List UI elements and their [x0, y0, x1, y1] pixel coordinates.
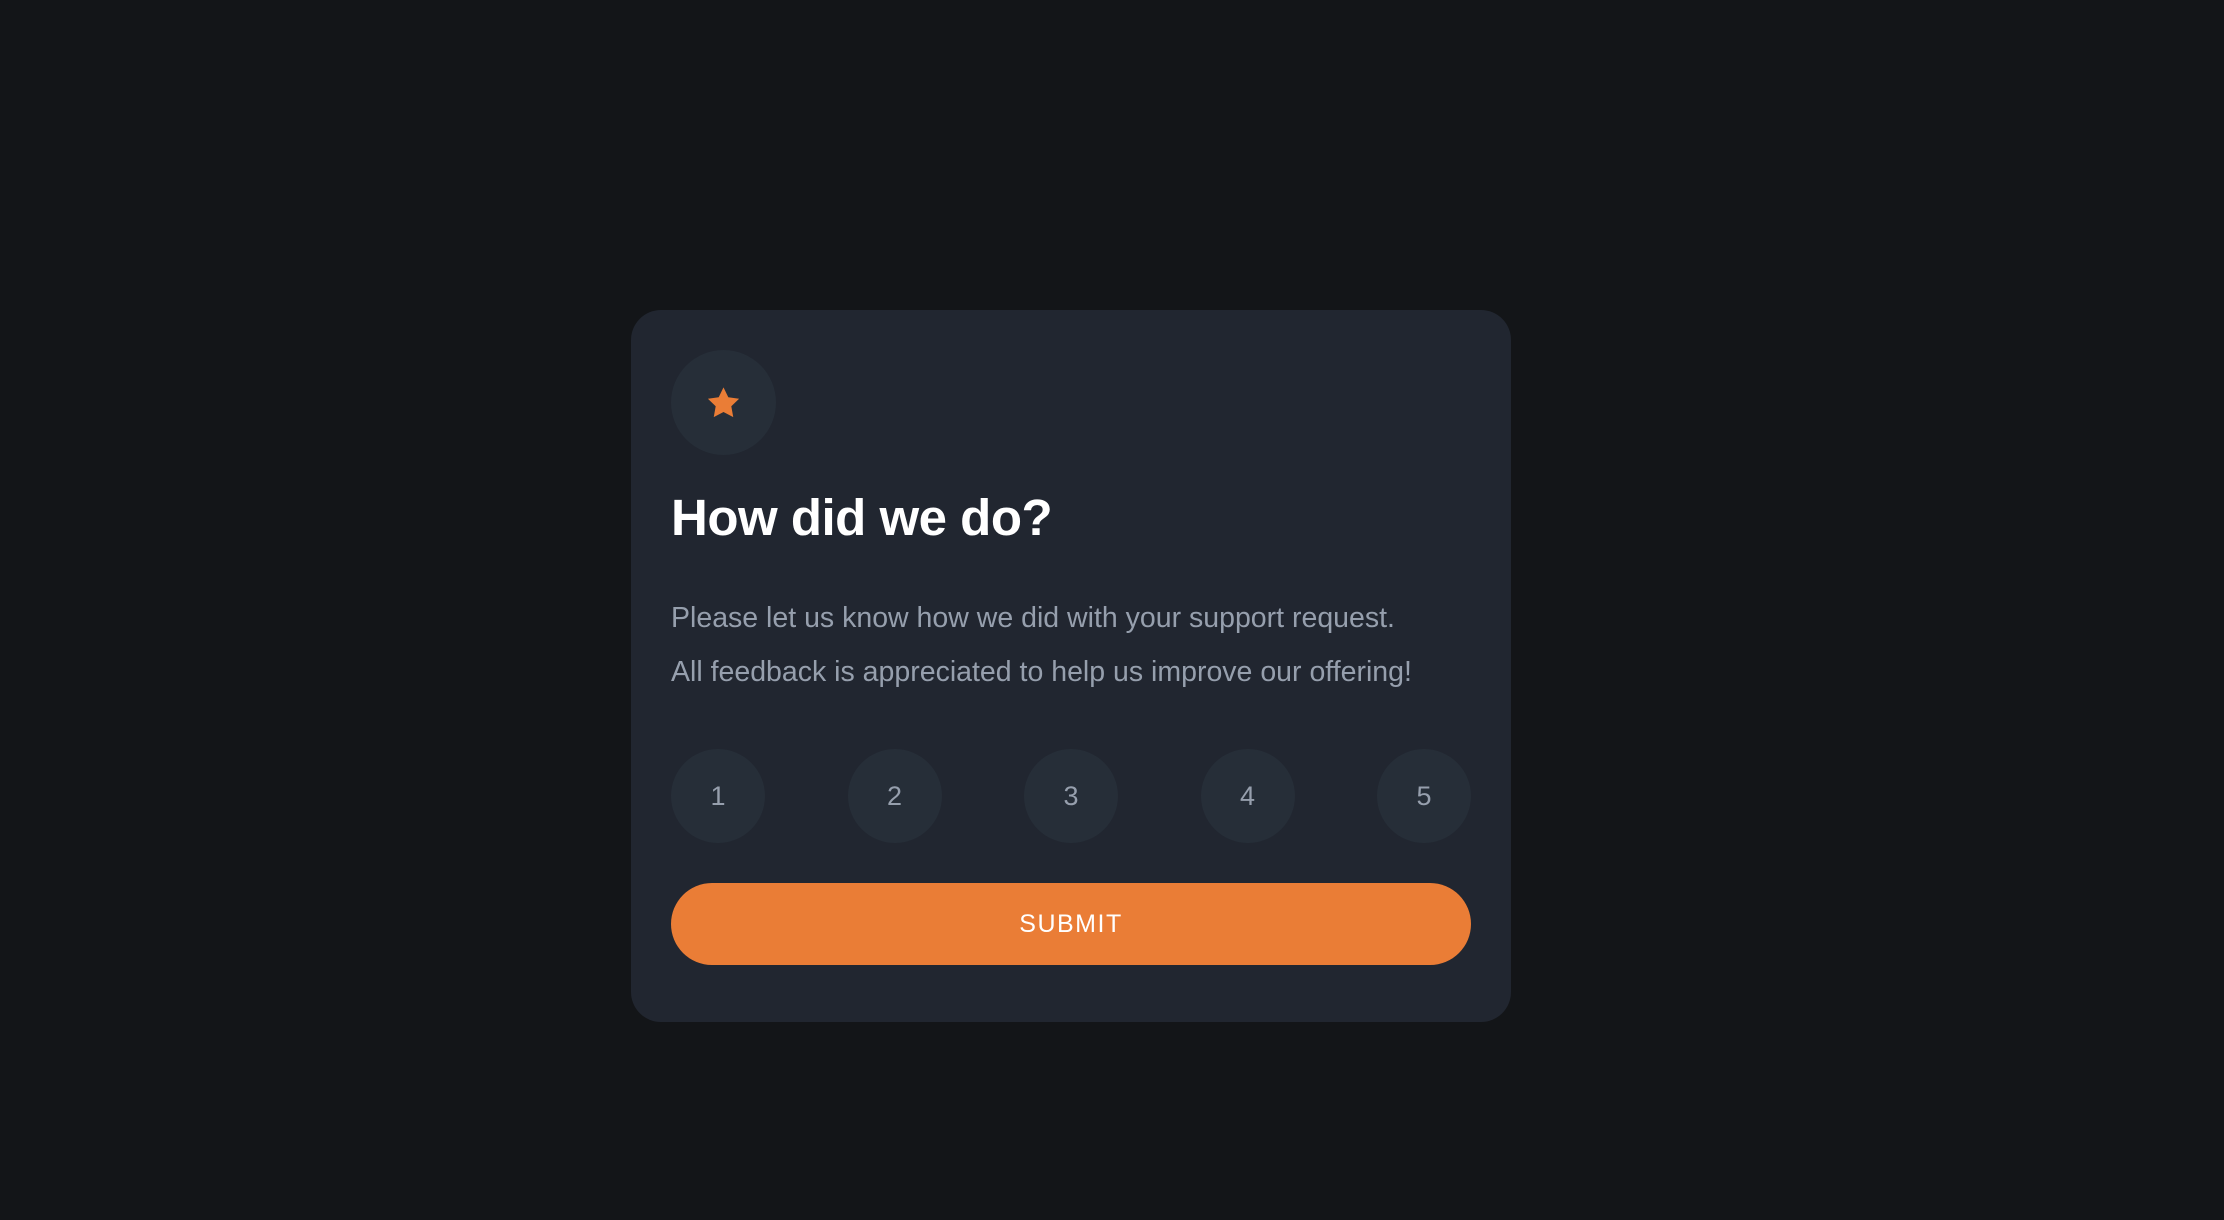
card-title: How did we do?: [671, 489, 1053, 546]
rating-card: How did we do? Please let us know how we…: [631, 310, 1511, 1022]
rating-button-5[interactable]: 5: [1377, 749, 1471, 843]
star-badge: [671, 350, 776, 455]
rating-button-3[interactable]: 3: [1024, 749, 1118, 843]
description-line: Please let us know how we did with your …: [671, 602, 1395, 634]
rating-button-2[interactable]: 2: [847, 749, 942, 843]
description-line: All feedback is appreciated to help us i…: [671, 656, 1412, 688]
rating-button-4[interactable]: 4: [1200, 749, 1295, 843]
rating-options: 1 2 3 4 5: [671, 749, 1471, 843]
rating-button-1[interactable]: 1: [671, 749, 765, 843]
star-icon: [707, 386, 740, 417]
card-description: Please let us know how we did with your …: [671, 591, 1471, 699]
submit-button[interactable]: SUBMIT: [671, 883, 1471, 965]
